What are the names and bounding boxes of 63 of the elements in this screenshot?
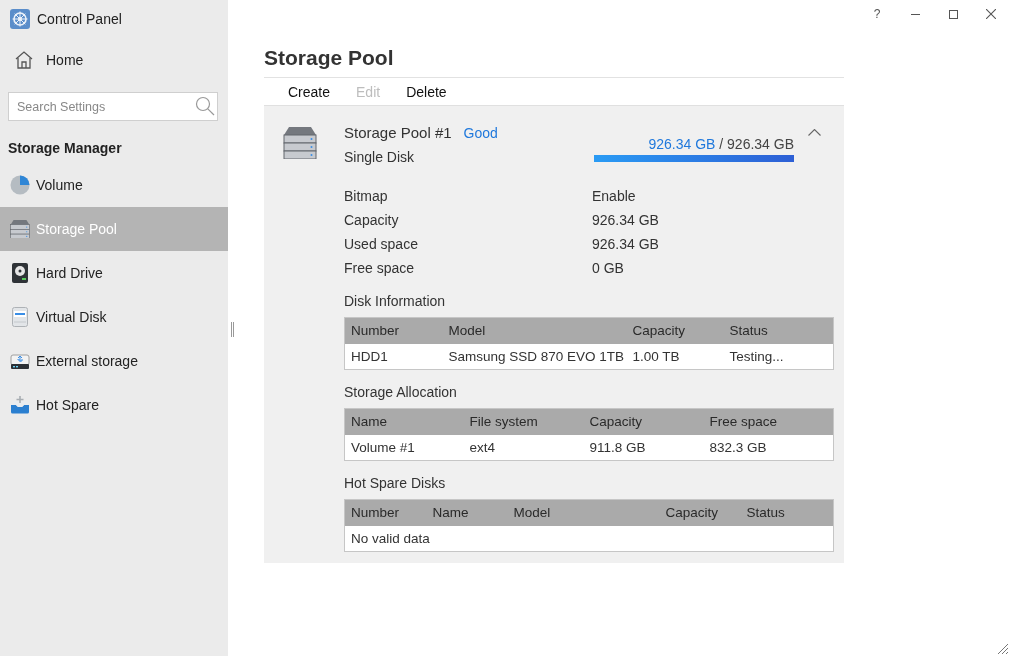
search-field[interactable]: Search Settings bbox=[8, 92, 218, 121]
table-cell: Samsung SSD 870 EVO 1TB bbox=[442, 343, 627, 370]
pool-type: Single Disk bbox=[344, 148, 415, 167]
property-label: Used space bbox=[344, 235, 418, 254]
table-header-cell: Name bbox=[426, 499, 508, 526]
pie-chart-icon bbox=[10, 175, 30, 195]
server-stack-icon bbox=[283, 127, 317, 159]
app-title: Control Panel bbox=[37, 11, 122, 27]
table-header-cell: Model bbox=[507, 499, 660, 526]
drive-tray-icon bbox=[10, 395, 30, 415]
sidebar-item[interactable]: External storage bbox=[0, 339, 228, 383]
server-stack-icon bbox=[10, 219, 30, 239]
table-cell: 832.3 GB bbox=[703, 434, 834, 461]
table-header-cell: Capacity bbox=[626, 317, 724, 344]
sidebar-item[interactable]: Volume bbox=[0, 163, 228, 207]
resize-grip-icon[interactable] bbox=[998, 644, 1008, 654]
property-label: Bitmap bbox=[344, 187, 388, 206]
table-cell: 1.00 TB bbox=[626, 343, 724, 370]
table-cell: No valid data bbox=[344, 525, 834, 552]
table-header-cell: Free space bbox=[703, 408, 834, 435]
close-icon bbox=[986, 9, 996, 19]
sidebar-item[interactable]: Virtual Disk bbox=[0, 295, 228, 339]
table-title: Disk Information bbox=[344, 292, 446, 311]
table-cell: Testing... bbox=[723, 343, 834, 370]
pool-name: Storage Pool #1 bbox=[344, 124, 452, 141]
status-label: Good bbox=[463, 124, 498, 141]
table-header-cell: File system bbox=[463, 408, 584, 435]
property-value: 926.34 GB bbox=[592, 235, 659, 254]
table-cell: 911.8 GB bbox=[583, 434, 704, 461]
table-header-cell: Number bbox=[344, 317, 443, 344]
gear-icon bbox=[10, 9, 30, 29]
section-heading: Storage Manager bbox=[7, 139, 122, 158]
sidebar-item[interactable]: Hot Spare bbox=[0, 383, 228, 427]
property-value: Enable bbox=[592, 187, 636, 206]
property-value: 0 GB bbox=[592, 259, 624, 278]
table-header-cell: Name bbox=[344, 408, 464, 435]
table-header-cell: Status bbox=[740, 499, 834, 526]
home-link[interactable]: Home bbox=[0, 38, 92, 82]
usage-reading: 926.34 GB / 926.34 GB bbox=[647, 135, 794, 154]
splitter-handle[interactable] bbox=[231, 322, 234, 337]
sidebar-item[interactable]: Hard Drive bbox=[0, 251, 228, 295]
table-header-cell: Model bbox=[442, 317, 627, 344]
table-title: Storage Allocation bbox=[344, 383, 457, 402]
table-cell: ext4 bbox=[463, 434, 584, 461]
table-header-cell: Number bbox=[344, 499, 427, 526]
minimize-icon bbox=[910, 13, 920, 15]
table-header-cell: Capacity bbox=[659, 499, 741, 526]
help-button[interactable]: ? bbox=[858, 0, 896, 28]
table-header-cell: Capacity bbox=[583, 408, 704, 435]
maximize-icon bbox=[948, 9, 958, 19]
property-label: Free space bbox=[344, 259, 415, 278]
table-title: Hot Spare Disks bbox=[344, 474, 446, 493]
drive-icon bbox=[10, 351, 30, 371]
property-label: Capacity bbox=[344, 211, 399, 230]
table-header-cell: Status bbox=[723, 317, 834, 344]
toolbar-button[interactable]: Delete bbox=[393, 80, 460, 103]
house-icon bbox=[15, 51, 33, 69]
page-title: Storage Pool bbox=[264, 45, 394, 71]
table-cell: HDD1 bbox=[344, 343, 443, 370]
toolbar-button[interactable]: Create bbox=[275, 80, 344, 103]
table-cell: Volume #1 bbox=[344, 434, 464, 461]
property-value: 926.34 GB bbox=[592, 211, 659, 230]
search-icon bbox=[195, 96, 215, 116]
